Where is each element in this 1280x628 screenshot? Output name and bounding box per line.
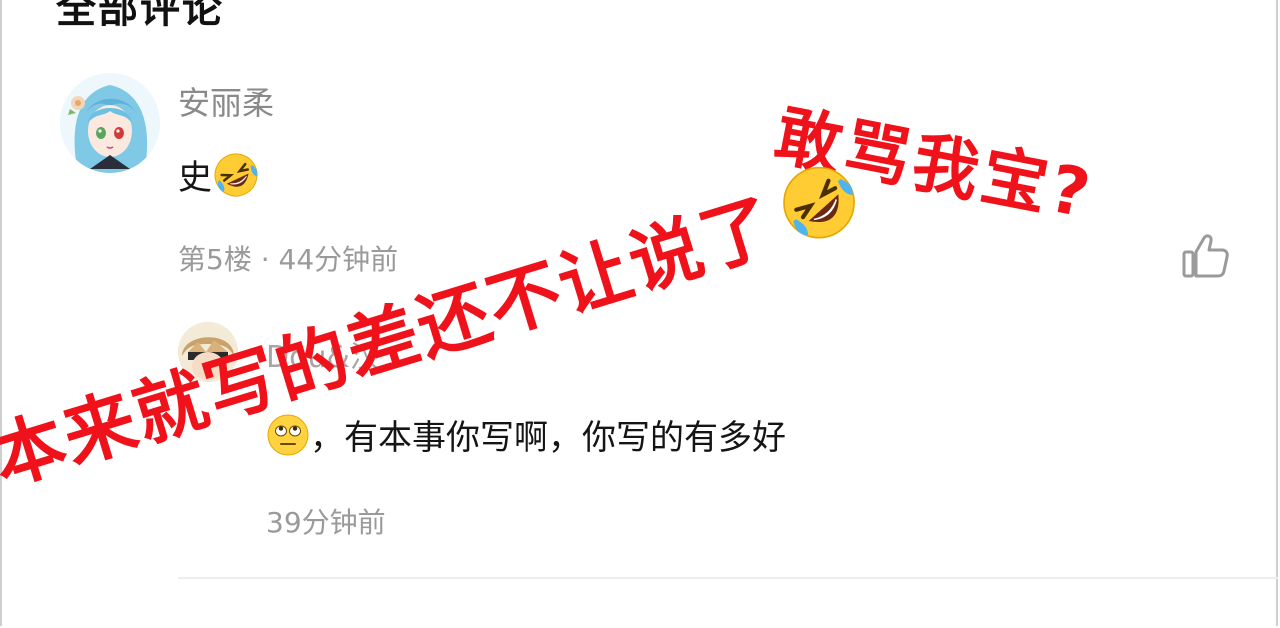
comment-meta: 第5楼 · 44分钟前 xyxy=(178,238,398,278)
like-button[interactable] xyxy=(1180,232,1232,280)
comment-text: 史 xyxy=(178,150,260,199)
reply-text: ，有本事你写啊，你写的有多好 xyxy=(266,410,786,459)
anime-girl-avatar-icon xyxy=(60,73,160,173)
timestamp: 44分钟前 xyxy=(278,243,399,276)
comment-body: 史 xyxy=(178,158,212,198)
rofl-emoji-icon xyxy=(214,153,258,196)
timestamp: 39分钟前 xyxy=(266,506,386,539)
reply-meta: 39分钟前 xyxy=(266,501,386,541)
avatar[interactable] xyxy=(60,73,160,173)
thumbs-up-icon xyxy=(1182,234,1229,278)
section-title: 全部评论 xyxy=(56,0,224,32)
reply-body: ，有本事你写啊，你写的有多好 xyxy=(310,418,786,458)
floor-label: 第5楼 xyxy=(178,243,252,276)
divider xyxy=(178,577,1278,579)
meta-separator: · xyxy=(260,243,270,276)
comment-username[interactable]: 安丽柔 xyxy=(178,78,274,124)
comment-panel: 全部评论 安丽柔 史 第5楼 · 44分钟前 Dou&汉 ，有本事你写啊，你写的… xyxy=(0,0,1278,626)
